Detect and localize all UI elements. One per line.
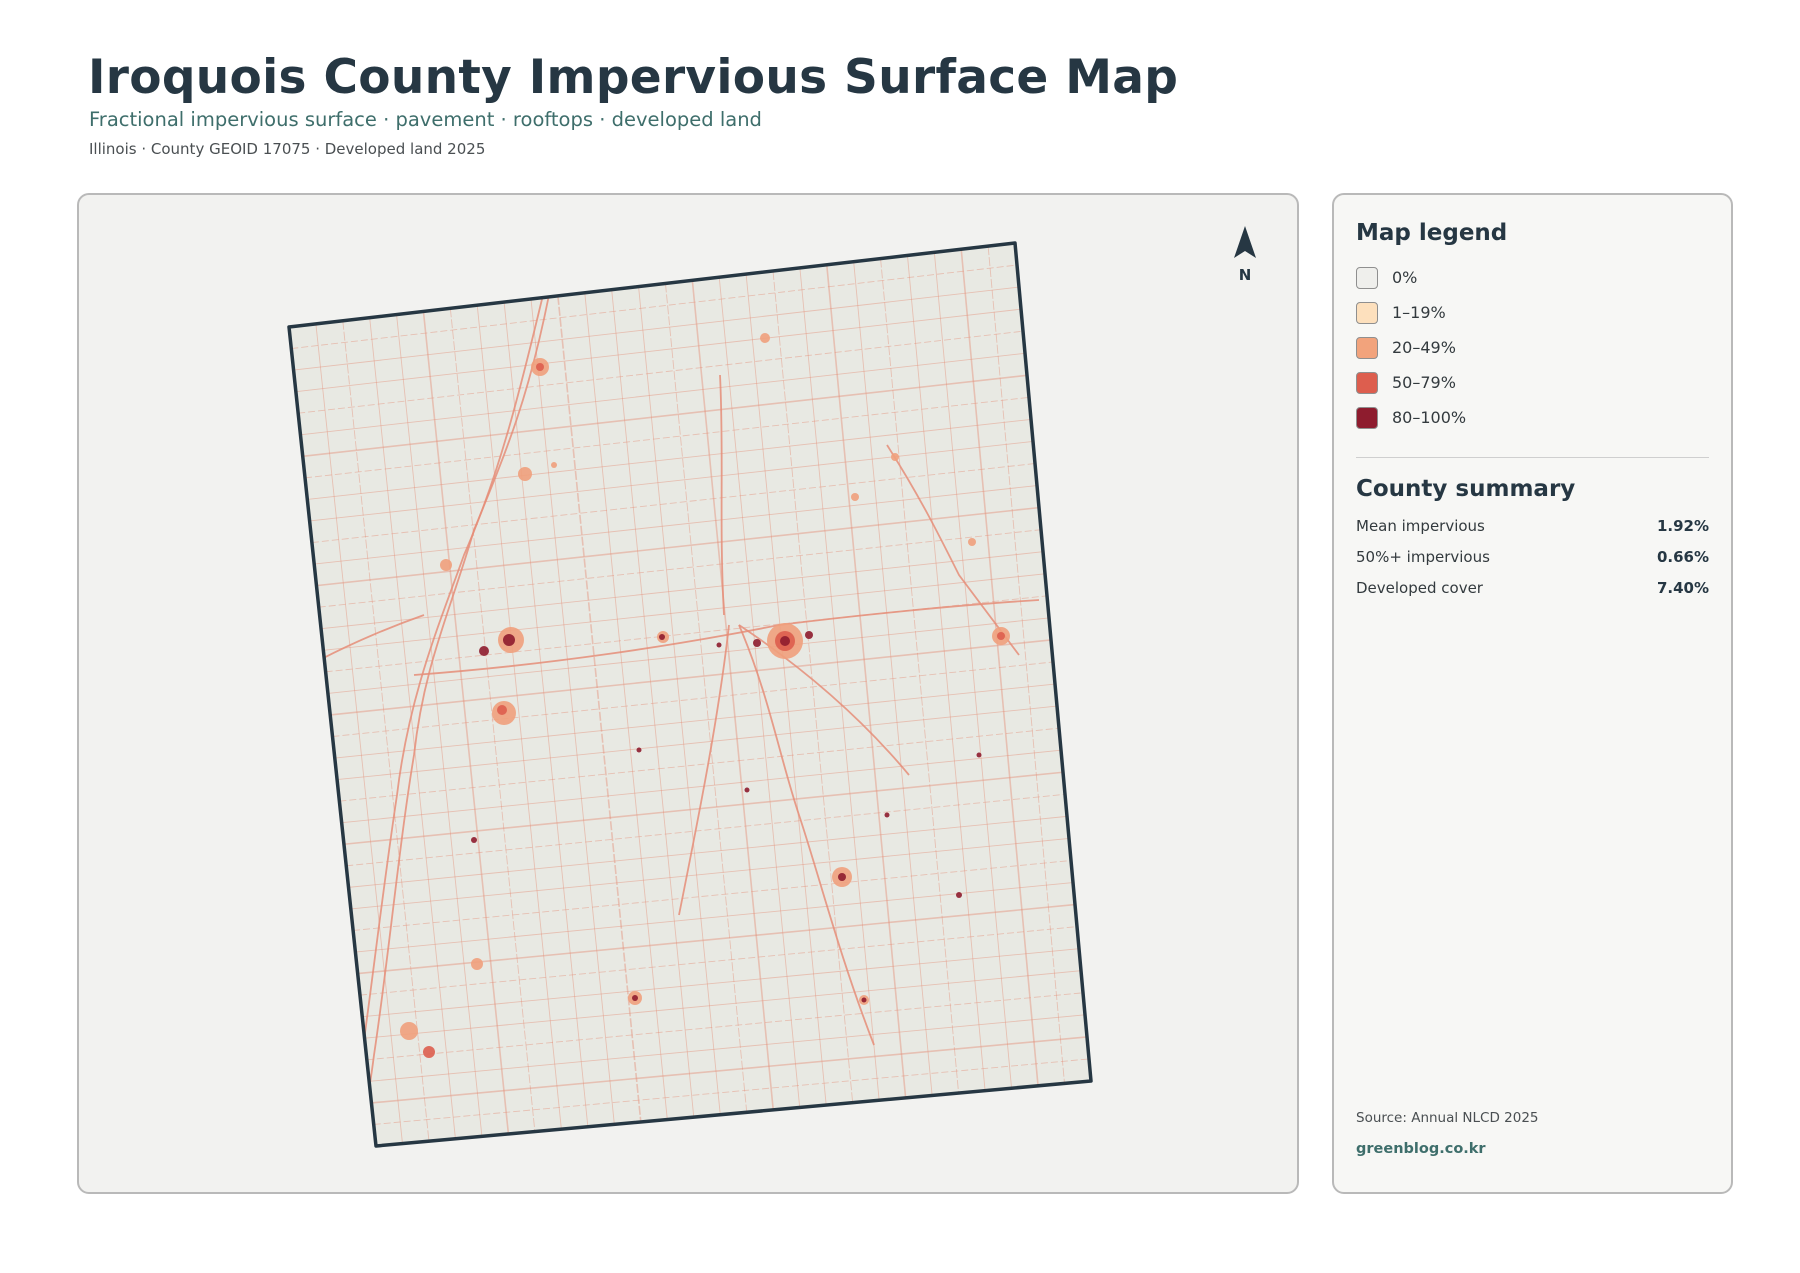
- town-patch: [518, 467, 532, 481]
- town-patch: [976, 752, 982, 758]
- stat-value: 7.40%: [1656, 579, 1709, 597]
- legend-label: 0%: [1392, 268, 1418, 287]
- town-patch: [440, 559, 452, 571]
- north-arrow: N: [1234, 226, 1256, 284]
- town-patch: [503, 634, 515, 646]
- source-note: Source: Annual NLCD 2025: [1356, 1110, 1539, 1126]
- town-patch: [471, 837, 477, 843]
- stat-row: Developed cover 7.40%: [1356, 579, 1709, 601]
- town-patch: [497, 705, 507, 715]
- stat-row: Mean impervious 1.92%: [1356, 517, 1709, 539]
- stat-label: 50%+ impervious: [1356, 548, 1490, 566]
- legend-swatch: [1356, 407, 1378, 429]
- town-patch: [838, 873, 846, 881]
- town-patch: [805, 631, 813, 639]
- town-patch: [744, 787, 750, 793]
- stat-row: 50%+ impervious 0.66%: [1356, 548, 1709, 570]
- map-canvas[interactable]: N: [79, 195, 1299, 1194]
- legend-label: 1–19%: [1392, 303, 1446, 322]
- town-patch: [753, 639, 761, 647]
- legend-label: 20–49%: [1392, 338, 1456, 357]
- brand-link[interactable]: greenblog.co.kr: [1356, 1141, 1486, 1157]
- side-panel: Map legend 0% 1–19% 20–49% 50–79% 80–100…: [1332, 193, 1733, 1194]
- town-patch: [851, 493, 859, 501]
- legend-swatch: [1356, 302, 1378, 324]
- town-patch: [471, 958, 483, 970]
- legend-label: 50–79%: [1392, 373, 1456, 392]
- legend-swatch: [1356, 337, 1378, 359]
- town-patch: [884, 812, 890, 818]
- stat-value: 1.92%: [1656, 517, 1709, 535]
- north-label: N: [1239, 266, 1252, 284]
- town-patch: [760, 333, 770, 343]
- town-patch: [716, 642, 722, 648]
- town-patch: [968, 538, 976, 546]
- town-patch: [780, 636, 790, 646]
- stat-value: 0.66%: [1656, 548, 1709, 566]
- town-patch: [400, 1022, 418, 1040]
- page-title: Iroquois County Impervious Surface Map: [88, 50, 1179, 105]
- legend-divider: [1356, 457, 1709, 458]
- page-meta: Illinois · County GEOID 17075 · Develope…: [89, 140, 486, 158]
- town-patch: [536, 363, 544, 371]
- north-arrow-icon: [1234, 226, 1256, 258]
- town-patch: [479, 646, 489, 656]
- town-patch: [636, 747, 642, 753]
- town-patch: [997, 632, 1005, 640]
- town-patch: [551, 462, 557, 468]
- town-patch: [632, 995, 638, 1001]
- town-patch: [891, 453, 899, 461]
- legend-swatch: [1356, 267, 1378, 289]
- town-patch: [861, 997, 867, 1003]
- town-patch: [956, 892, 962, 898]
- summary-title: County summary: [1356, 476, 1576, 502]
- town-patch: [659, 634, 665, 640]
- legend-title: Map legend: [1356, 220, 1508, 246]
- town-patch: [423, 1046, 435, 1058]
- page-subtitle: Fractional impervious surface · pavement…: [89, 108, 762, 131]
- town-patch: [309, 821, 317, 829]
- map-panel[interactable]: N: [77, 193, 1299, 1194]
- stat-label: Mean impervious: [1356, 517, 1485, 535]
- legend-label: 80–100%: [1392, 408, 1467, 427]
- stat-label: Developed cover: [1356, 579, 1483, 597]
- legend-swatch: [1356, 372, 1378, 394]
